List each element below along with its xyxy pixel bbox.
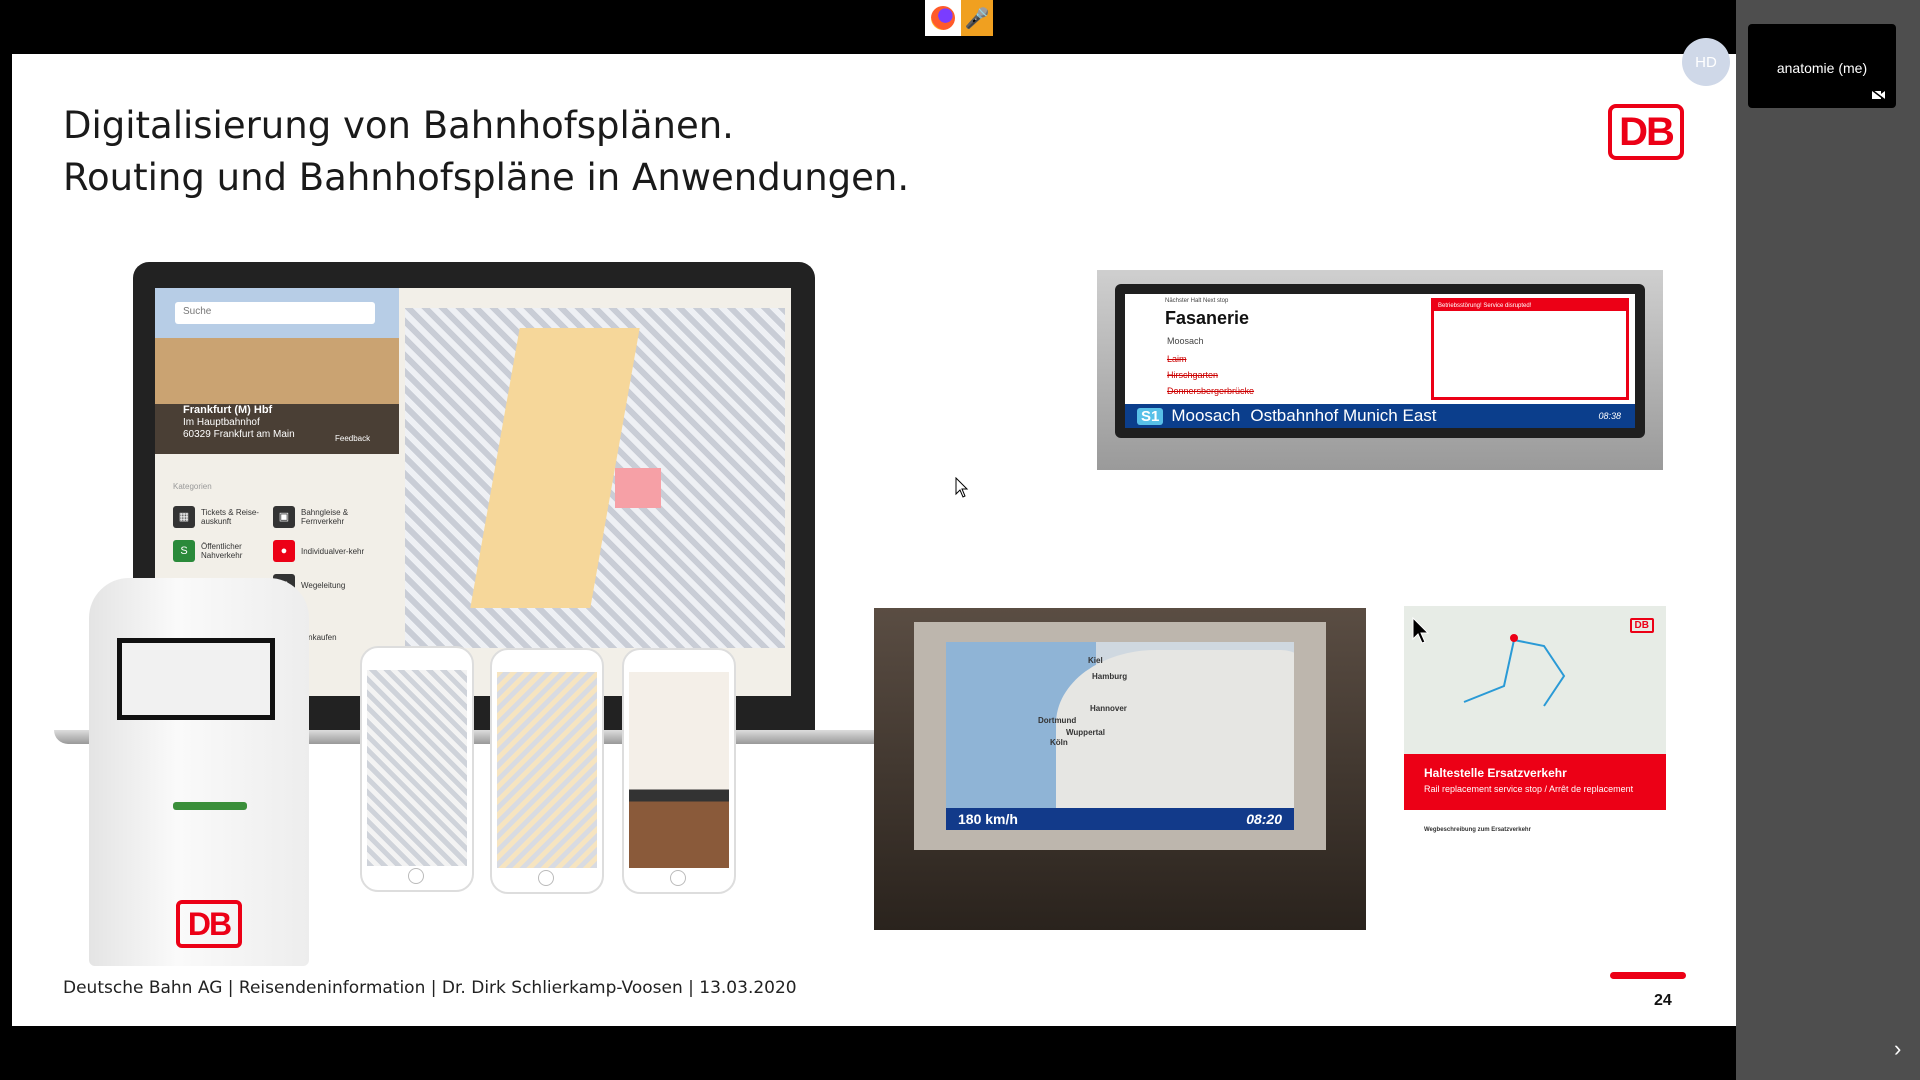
- page-number: 24: [1654, 992, 1672, 1009]
- sbahn-icon: S: [173, 540, 195, 562]
- app-tray: 🎤: [925, 0, 993, 36]
- station-caption: Frankfurt (M) Hbf Im Hauptbahnhof 60329 …: [183, 404, 295, 441]
- kiosk-screen: [117, 638, 275, 720]
- phone-2-screen: [497, 672, 597, 868]
- station-name: Frankfurt (M) Hbf: [183, 404, 273, 416]
- kiosk-card-slot: [173, 802, 247, 810]
- poster-db-logo: DB: [1629, 618, 1654, 633]
- search-input[interactable]: Suche: [175, 302, 375, 324]
- city-label: Köln: [1050, 738, 1068, 747]
- title-line-1: Digitalisierung von Bahnhofsplänen.: [63, 104, 734, 147]
- line-badge: S1: [1137, 407, 1164, 425]
- next-stop-label: Nächster Halt Next stop: [1165, 298, 1229, 304]
- categories-label: Kategorien: [173, 482, 212, 491]
- kiosk-db-logo: DB: [176, 900, 242, 948]
- camera-off-icon: [1872, 90, 1886, 100]
- db-logo: DB: [1608, 104, 1684, 160]
- phone-1-screen: [367, 670, 467, 866]
- map-display-photo: Kiel Hamburg Hannover Dortmund Wuppertal…: [874, 608, 1366, 930]
- station-address-1: Im Hauptbahnhof: [183, 417, 260, 428]
- train-display-photo: Nächster Halt Next stop Fasanerie Moosac…: [1097, 270, 1663, 470]
- category-trains[interactable]: ▣ Bahngleise & Fernverkehr: [273, 506, 369, 528]
- city-label: Wuppertal: [1066, 728, 1105, 737]
- participant-tile[interactable]: anatomie (me): [1748, 24, 1896, 108]
- station-address-2: 60329 Frankfurt am Main: [183, 429, 295, 440]
- feedback-link[interactable]: Feedback: [335, 434, 370, 443]
- poster-heading: Haltestelle Ersatzverkehr: [1424, 766, 1567, 780]
- city-label: Dortmund: [1038, 716, 1077, 725]
- phone-3-screen: [629, 672, 729, 868]
- line-final-destination: Ostbahnhof Munich East: [1250, 406, 1437, 425]
- speed: 180 km/h: [958, 811, 1018, 827]
- line-destination: Moosach: [1171, 406, 1241, 425]
- map-time: 08:20: [1246, 811, 1282, 827]
- phone-home-button: [408, 868, 424, 884]
- display-time: 08:38: [1598, 411, 1621, 421]
- avatar[interactable]: HD: [1682, 38, 1730, 86]
- poster-text: Wegbeschreibung zum Ersatzverkehr: [1424, 826, 1654, 834]
- participant-name: anatomie (me): [1776, 60, 1868, 76]
- phone-home-button: [670, 870, 686, 886]
- slide-footer: Deutsche Bahn AG | Reisendeninformation …: [63, 978, 797, 998]
- slide-title: Digitalisierung von Bahnhofsplänen. Rout…: [63, 100, 909, 204]
- phone-2: [490, 648, 604, 894]
- stop-item: Donnersbergerbrücke: [1167, 386, 1255, 396]
- poster-route: [1463, 634, 1566, 707]
- disruption-panel: Betriebsstörung! Service disrupted!: [1431, 298, 1629, 400]
- top-bar: 🎤: [0, 0, 1736, 54]
- category-local-transport[interactable]: S Öffentlicher Nahverkehr: [173, 540, 269, 562]
- participants-panel: [1736, 0, 1920, 1080]
- bottom-bar: [0, 1026, 1736, 1080]
- poster-map: DB: [1404, 606, 1666, 754]
- stop-item: Hirschgarten: [1167, 370, 1219, 380]
- phone-1: [360, 646, 474, 892]
- train-icon: ▣: [273, 506, 295, 528]
- ticket-icon: ▦: [173, 506, 195, 528]
- train-display-screen: Nächster Halt Next stop Fasanerie Moosac…: [1125, 294, 1635, 428]
- station-photo: Suche Frankfurt (M) Hbf Im Hauptbahnhof …: [155, 288, 399, 454]
- firefox-icon[interactable]: [925, 0, 961, 36]
- replacement-service-poster: DB Haltestelle Ersatzverkehr Rail replac…: [1404, 606, 1666, 978]
- route-map: Kiel Hamburg Hannover Dortmund Wuppertal…: [946, 642, 1294, 830]
- poster-banner: Haltestelle Ersatzverkehr Rail replaceme…: [1404, 754, 1666, 810]
- category-individual-transport[interactable]: ● Individualver-kehr: [273, 540, 369, 562]
- city-label: Kiel: [1088, 656, 1103, 665]
- title-line-2: Routing und Bahnhofspläne in Anwendungen…: [63, 156, 910, 199]
- stop-item: Laim: [1167, 354, 1187, 364]
- city-label: Hamburg: [1092, 672, 1128, 681]
- chevron-right-icon[interactable]: ›: [1894, 1036, 1901, 1062]
- phone-3: [622, 648, 736, 894]
- poster-section: Wegbeschreibung zum Ersatzverkehr: [1424, 827, 1531, 833]
- mouse-cursor-icon: [1412, 617, 1430, 644]
- category-tickets[interactable]: ▦ Tickets & Reise-auskunft: [173, 506, 269, 528]
- poster-subheading: Rail replacement service stop / Arrêt de…: [1424, 784, 1634, 794]
- floorplan-highlight: [615, 468, 661, 508]
- kiosk-terminal: DB: [89, 578, 309, 966]
- presentation-slide: Digitalisierung von Bahnhofsplänen. Rout…: [12, 54, 1736, 1026]
- phone-home-button: [538, 870, 554, 886]
- next-stop: Fasanerie: [1165, 308, 1250, 328]
- disruption-title: Betriebsstörung! Service disrupted!: [1434, 301, 1626, 311]
- microphone-icon[interactable]: 🎤: [961, 0, 993, 36]
- speed-bar: 180 km/h 08:20: [946, 808, 1294, 830]
- bike-icon: ●: [273, 540, 295, 562]
- city-label: Hannover: [1090, 704, 1127, 713]
- mouse-cursor-icon: [955, 477, 969, 498]
- footer-red-bar: [1610, 972, 1686, 979]
- line-bar: S1 Moosach Ostbahnhof Munich East 08:38: [1125, 404, 1635, 428]
- stop-item: Moosach: [1167, 336, 1204, 346]
